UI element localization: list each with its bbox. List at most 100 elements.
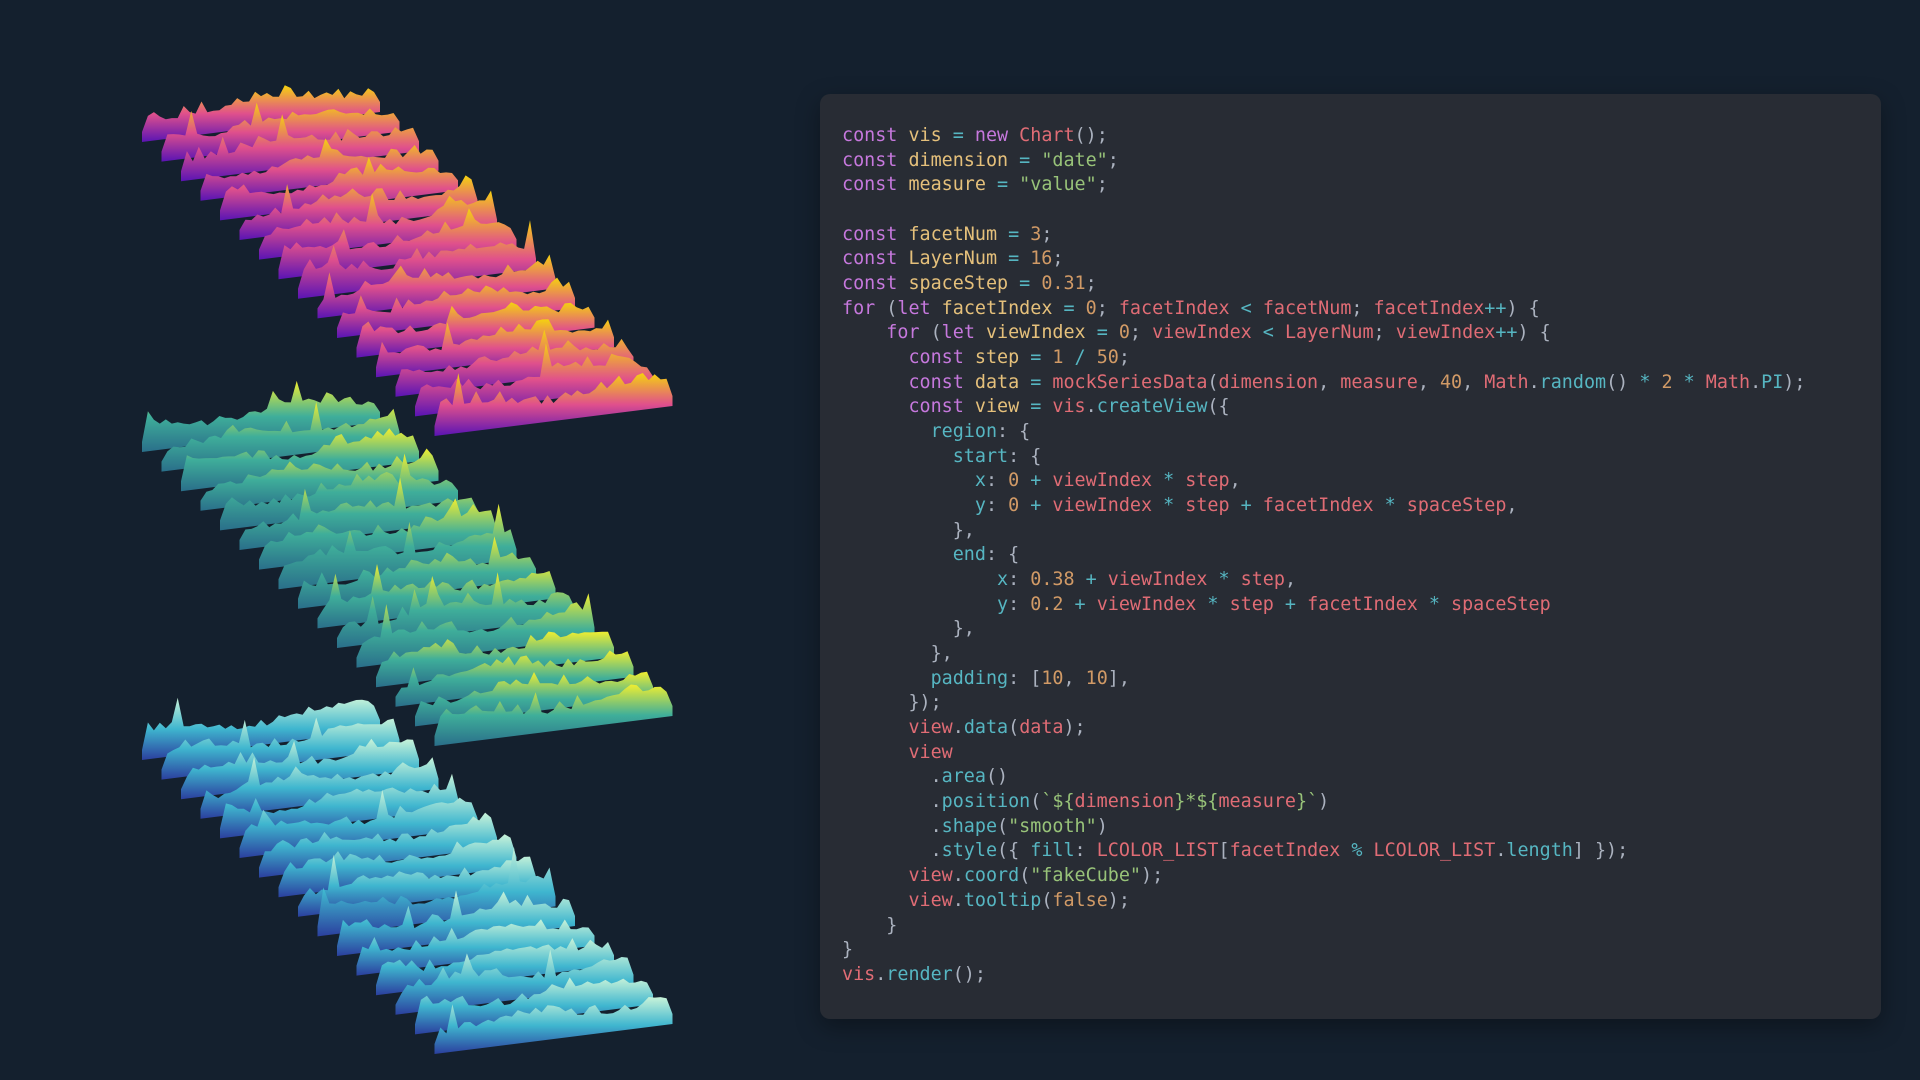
code-token: facetNum	[1262, 297, 1352, 319]
code-token: *	[1152, 495, 1186, 517]
code-token: ) {	[1506, 297, 1540, 319]
code-token: random	[1539, 371, 1607, 393]
code-token: );	[1107, 889, 1130, 911]
code-token: )	[1318, 791, 1330, 813]
code-token: ;	[1129, 322, 1153, 344]
code-token: ],	[1107, 667, 1130, 689]
code-token: dimension	[908, 149, 1009, 171]
code-line: });	[842, 691, 1805, 716]
code-token: (	[1019, 865, 1031, 887]
code-token: "value"	[1019, 174, 1097, 196]
code-token: "smooth"	[1008, 815, 1097, 837]
code-token: `${	[1041, 791, 1075, 813]
code-token: vis	[1052, 396, 1086, 418]
code-token: 0	[1008, 470, 1020, 492]
code-token: .	[1085, 396, 1097, 418]
code-line: padding: [10, 10],	[842, 667, 1805, 692]
code-token: }`	[1296, 791, 1319, 813]
code-token: view	[908, 717, 953, 739]
code-token: .	[1750, 371, 1762, 393]
code-token: viewIndex	[1052, 495, 1153, 517]
code-token: %	[1340, 840, 1374, 862]
code-line: .area()	[842, 765, 1805, 790]
code-token: .	[930, 840, 942, 862]
code-token: .	[930, 766, 942, 788]
code-token: ();	[952, 963, 986, 985]
code-token: y	[974, 495, 986, 517]
code-token: }*${	[1174, 791, 1219, 813]
code-token: step	[1240, 569, 1285, 591]
code-token: ;	[1052, 248, 1064, 270]
code-token: coord	[963, 865, 1020, 887]
code-token: start	[952, 445, 1009, 467]
code-token: const	[842, 248, 909, 270]
code-token: ,	[1284, 569, 1297, 591]
code-token: (	[886, 297, 898, 319]
code-token: shape	[941, 815, 998, 837]
code-token: 0.38	[1030, 569, 1075, 591]
code-token: *	[1628, 371, 1662, 393]
code-token: .	[1495, 840, 1507, 862]
code-token: x	[974, 470, 986, 492]
code-token: <	[1229, 297, 1263, 319]
code-token: Math	[1705, 371, 1751, 393]
code-token: LayerNum	[908, 248, 998, 270]
code-token: 3	[1030, 223, 1042, 245]
code-token: padding	[930, 667, 1009, 689]
code-line: }	[842, 938, 1805, 963]
code-token: const	[908, 396, 975, 418]
code-token: false	[1052, 889, 1108, 911]
code-token: dimension	[1218, 371, 1319, 393]
code-line: },	[842, 642, 1805, 667]
code-token: view	[908, 889, 953, 911]
code-token: ++	[1495, 322, 1518, 344]
code-token: for	[886, 322, 931, 344]
code-token: measure	[1340, 371, 1418, 393]
code-token: .	[1528, 371, 1540, 393]
code-line: start: {	[842, 445, 1805, 470]
code-token: +	[1019, 495, 1053, 517]
code-token: =	[1019, 396, 1053, 418]
code-token: viewIndex	[1152, 322, 1252, 344]
code-token: ,	[1229, 470, 1241, 492]
code-token: ] });	[1572, 840, 1629, 862]
code-token: (	[1207, 371, 1219, 393]
code-line: const step = 1 / 50;	[842, 346, 1805, 371]
code-token: 2	[1661, 371, 1673, 393]
code-token: =	[997, 223, 1031, 245]
code-line: region: {	[842, 420, 1805, 445]
code-token: },	[930, 643, 953, 665]
code-token: +	[1273, 593, 1308, 615]
code-token: new	[974, 125, 1020, 146]
code-token: PI	[1761, 371, 1784, 393]
code-token: }	[842, 939, 854, 961]
code-token: .	[875, 963, 887, 985]
code-token: spaceStep	[1406, 495, 1507, 517]
code-token: (	[1008, 717, 1020, 739]
code-token: =	[985, 174, 1020, 196]
canvas-stage: const vis = new Chart(); const dimension …	[0, 0, 1920, 1080]
code-token: position	[941, 791, 1031, 813]
code-line: const dimension = "date";	[842, 149, 1805, 174]
code-token: view	[908, 865, 953, 887]
code-token: const	[842, 174, 909, 196]
code-token: mockSeriesData	[1052, 371, 1208, 393]
code-token: let	[897, 297, 942, 319]
code-line: view.coord("fakeCube");	[842, 864, 1805, 889]
code-token: },	[952, 519, 975, 541]
code-token: <	[1251, 322, 1285, 344]
code-token: x	[997, 569, 1009, 591]
code-line: .shape("smooth")	[842, 815, 1805, 840]
code-line: },	[842, 519, 1805, 544]
code-token: :	[985, 470, 1009, 492]
code-token: (	[997, 815, 1009, 837]
